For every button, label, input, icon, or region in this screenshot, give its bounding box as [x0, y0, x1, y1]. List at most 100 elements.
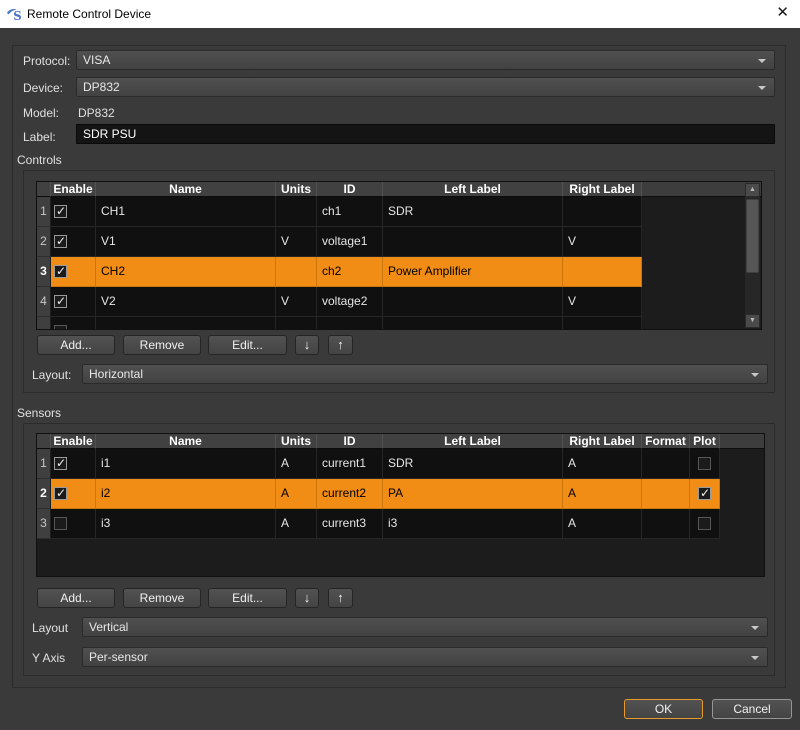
enable-checkbox[interactable]	[54, 457, 67, 470]
sensors-move-down-button[interactable]: ↓	[295, 588, 319, 608]
name-cell[interactable]	[96, 317, 276, 330]
id-cell[interactable]: ch2	[317, 257, 383, 287]
units-cell[interactable]	[276, 257, 317, 287]
device-select[interactable]: DP832	[76, 77, 775, 97]
id-cell[interactable]: voltage2	[317, 287, 383, 317]
enable-cell[interactable]	[51, 257, 96, 287]
id-cell[interactable]	[317, 317, 383, 330]
row-number[interactable]: 2	[37, 227, 51, 257]
controls-move-up-button[interactable]: ↑	[328, 335, 353, 355]
column-header-left-label[interactable]: Left Label	[383, 434, 563, 449]
plot-checkbox[interactable]	[698, 487, 711, 500]
plot-checkbox[interactable]	[698, 457, 711, 470]
units-cell[interactable]: V	[276, 287, 317, 317]
controls-remove-button[interactable]: Remove	[123, 335, 201, 355]
table-row[interactable]: 4 V2 V voltage2 V	[37, 287, 761, 317]
units-cell[interactable]: V	[276, 227, 317, 257]
controls-edit-button[interactable]: Edit...	[208, 335, 287, 355]
enable-checkbox[interactable]	[54, 235, 67, 248]
left-label-cell[interactable]: PA	[383, 479, 563, 509]
left-label-cell[interactable]: SDR	[383, 197, 563, 227]
plot-cell[interactable]	[690, 479, 720, 509]
row-number[interactable]: 4	[37, 287, 51, 317]
left-label-cell[interactable]: Power Amplifier	[383, 257, 563, 287]
column-header-enable[interactable]: Enable	[51, 434, 96, 449]
id-cell[interactable]: ch1	[317, 197, 383, 227]
table-row[interactable]: 3 CH2 ch2 Power Amplifier	[37, 257, 761, 287]
name-cell[interactable]: V2	[96, 287, 276, 317]
column-header-right-label[interactable]: Right Label	[563, 434, 642, 449]
name-cell[interactable]: i1	[96, 449, 276, 479]
row-number[interactable]: 3	[37, 509, 51, 539]
sensors-remove-button[interactable]: Remove	[123, 588, 201, 608]
id-cell[interactable]: current3	[317, 509, 383, 539]
table-corner[interactable]	[37, 434, 51, 449]
scrollbar-up-icon[interactable]: ▲	[745, 183, 760, 197]
enable-cell[interactable]	[51, 317, 96, 330]
close-icon[interactable]: ✕	[776, 5, 789, 21]
column-header-id[interactable]: ID	[317, 182, 383, 197]
table-row[interactable]: 1 i1 A current1 SDR A	[37, 449, 764, 479]
right-label-cell[interactable]: A	[563, 509, 642, 539]
name-cell[interactable]: CH2	[96, 257, 276, 287]
row-number[interactable]: 1	[37, 197, 51, 227]
yaxis-select[interactable]: Per-sensor	[82, 647, 768, 667]
enable-cell[interactable]	[51, 287, 96, 317]
controls-move-down-button[interactable]: ↓	[295, 335, 319, 355]
left-label-cell[interactable]	[383, 227, 563, 257]
enable-checkbox[interactable]	[54, 205, 67, 218]
column-header-name[interactable]: Name	[96, 182, 276, 197]
plot-checkbox[interactable]	[698, 517, 711, 530]
right-label-cell[interactable]: V	[563, 287, 642, 317]
table-row[interactable]: 2 V1 V voltage1 V	[37, 227, 761, 257]
sensors-move-up-button[interactable]: ↑	[328, 588, 353, 608]
column-header-right-label[interactable]: Right Label	[563, 182, 642, 197]
scrollbar-handle[interactable]	[746, 199, 759, 273]
right-label-cell[interactable]: A	[563, 479, 642, 509]
id-cell[interactable]: current1	[317, 449, 383, 479]
sensors-layout-select[interactable]: Vertical	[82, 617, 768, 637]
left-label-cell[interactable]	[383, 287, 563, 317]
column-header-units[interactable]: Units	[276, 434, 317, 449]
sensors-edit-button[interactable]: Edit...	[208, 588, 287, 608]
controls-add-button[interactable]: Add...	[37, 335, 115, 355]
enable-checkbox[interactable]	[54, 265, 67, 278]
row-number[interactable]: 3	[37, 257, 51, 287]
enable-checkbox[interactable]	[54, 487, 67, 500]
enable-checkbox[interactable]	[54, 295, 67, 308]
controls-layout-select[interactable]: Horizontal	[82, 364, 768, 384]
column-header-plot[interactable]: Plot	[690, 434, 720, 449]
left-label-cell[interactable]: SDR	[383, 449, 563, 479]
table-row[interactable]: 3 i3 A current3 i3 A	[37, 509, 764, 539]
enable-cell[interactable]	[51, 479, 96, 509]
format-cell[interactable]	[642, 509, 690, 539]
name-cell[interactable]: i3	[96, 509, 276, 539]
column-header-id[interactable]: ID	[317, 434, 383, 449]
row-number[interactable]	[37, 317, 51, 330]
units-cell[interactable]: A	[276, 509, 317, 539]
name-cell[interactable]: V1	[96, 227, 276, 257]
format-cell[interactable]	[642, 449, 690, 479]
sensors-add-button[interactable]: Add...	[37, 588, 115, 608]
enable-checkbox[interactable]	[54, 325, 67, 330]
units-cell[interactable]: A	[276, 449, 317, 479]
plot-cell[interactable]	[690, 449, 720, 479]
column-header-enable[interactable]: Enable	[51, 182, 96, 197]
left-label-cell[interactable]: i3	[383, 509, 563, 539]
units-cell[interactable]	[276, 197, 317, 227]
column-header-left-label[interactable]: Left Label	[383, 182, 563, 197]
units-cell[interactable]	[276, 317, 317, 330]
right-label-cell[interactable]: V	[563, 227, 642, 257]
table-row[interactable]: 2 i2 A current2 PA A	[37, 479, 764, 509]
row-number[interactable]: 2	[37, 479, 51, 509]
id-cell[interactable]: current2	[317, 479, 383, 509]
column-header-units[interactable]: Units	[276, 182, 317, 197]
id-cell[interactable]: voltage1	[317, 227, 383, 257]
protocol-select[interactable]: VISA	[76, 50, 775, 70]
right-label-cell[interactable]	[563, 317, 642, 330]
cancel-button[interactable]: Cancel	[712, 699, 792, 719]
ok-button[interactable]: OK	[624, 699, 703, 719]
enable-cell[interactable]	[51, 197, 96, 227]
units-cell[interactable]: A	[276, 479, 317, 509]
format-cell[interactable]	[642, 479, 690, 509]
